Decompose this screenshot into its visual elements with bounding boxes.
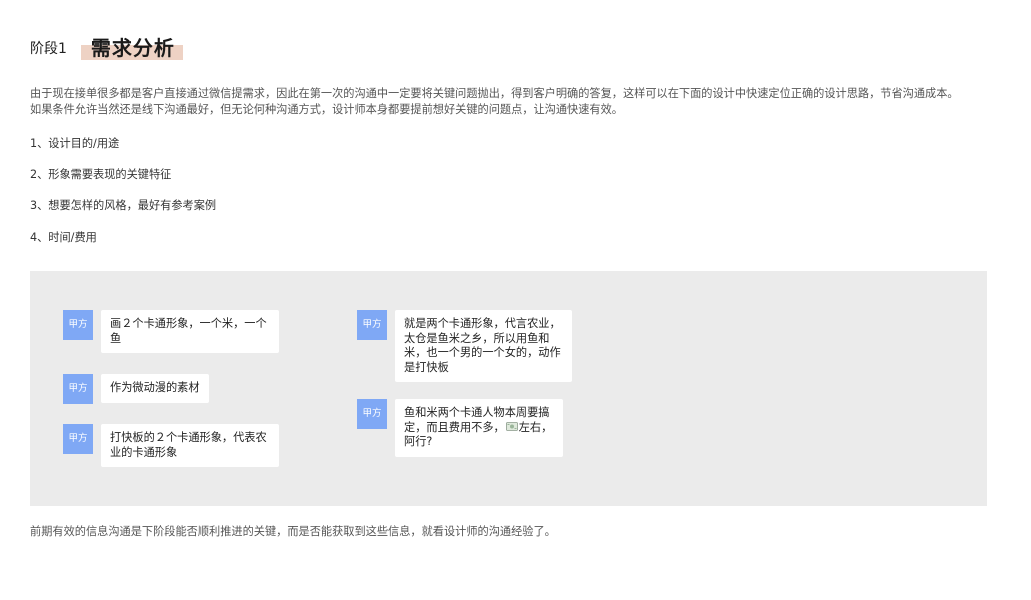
- chat-bubble: 作为微动漫的素材: [101, 374, 209, 403]
- avatar: 甲方: [357, 399, 387, 429]
- intro-line-2: 如果条件允许当然还是线下沟通最好，但无论何种沟通方式，设计师本身都要提前想好关键…: [30, 103, 623, 116]
- section-header: 阶段1 需求分析: [30, 34, 183, 62]
- chat-message: 甲方 打快板的２个卡通形象，代表农业的卡通形象: [63, 424, 279, 467]
- chat-message: 甲方 鱼和米两个卡通人物本周要搞定，而且费用不多， 左右，阿行?: [357, 399, 563, 457]
- chat-bubble: 打快板的２个卡通形象，代表农业的卡通形象: [101, 424, 279, 467]
- list-item-1: 1、设计目的/用途: [30, 137, 120, 150]
- avatar: 甲方: [63, 424, 93, 454]
- list-item-2: 2、形象需要表现的关键特征: [30, 168, 172, 181]
- page-title: 需求分析: [90, 36, 175, 60]
- title-highlight: 需求分析: [80, 34, 183, 62]
- intro-line-1: 由于现在接单很多都是客户直接通过微信提需求，因此在第一次的沟通中一定要将关键问题…: [30, 87, 959, 100]
- intro-paragraph: 由于现在接单很多都是客户直接通过微信提需求，因此在第一次的沟通中一定要将关键问题…: [30, 86, 1005, 118]
- avatar: 甲方: [357, 310, 387, 340]
- chat-bubble: 鱼和米两个卡通人物本周要搞定，而且费用不多， 左右，阿行?: [395, 399, 563, 457]
- chat-bubble: 就是两个卡通形象，代言农业，太仓是鱼米之乡，所以用鱼和米，也一个男的一个女的，动…: [395, 310, 572, 382]
- chat-message: 甲方 就是两个卡通形象，代言农业，太仓是鱼米之乡，所以用鱼和米，也一个男的一个女…: [357, 310, 572, 382]
- list-item-4: 4、时间/费用: [30, 231, 97, 244]
- chat-bubble: 画２个卡通形象，一个米，一个鱼: [101, 310, 279, 353]
- chat-message: 甲方 作为微动漫的素材: [63, 374, 209, 404]
- stage-label: 阶段1: [30, 41, 67, 57]
- avatar: 甲方: [63, 374, 93, 404]
- avatar: 甲方: [63, 310, 93, 340]
- money-emoji-icon: [505, 421, 518, 431]
- page: 阶段1 需求分析 由于现在接单很多都是客户直接通过微信提需求，因此在第一次的沟通…: [0, 0, 1031, 600]
- chat-screenshot: 甲方 画２个卡通形象，一个米，一个鱼 甲方 作为微动漫的素材 甲方 打快板的２个…: [30, 271, 987, 506]
- chat-message: 甲方 画２个卡通形象，一个米，一个鱼: [63, 310, 279, 353]
- list-item-3: 3、想要怎样的风格，最好有参考案例: [30, 199, 217, 212]
- footer-note: 前期有效的信息沟通是下阶段能否顺利推进的关键，而是否能获取到这些信息，就看设计师…: [30, 525, 556, 538]
